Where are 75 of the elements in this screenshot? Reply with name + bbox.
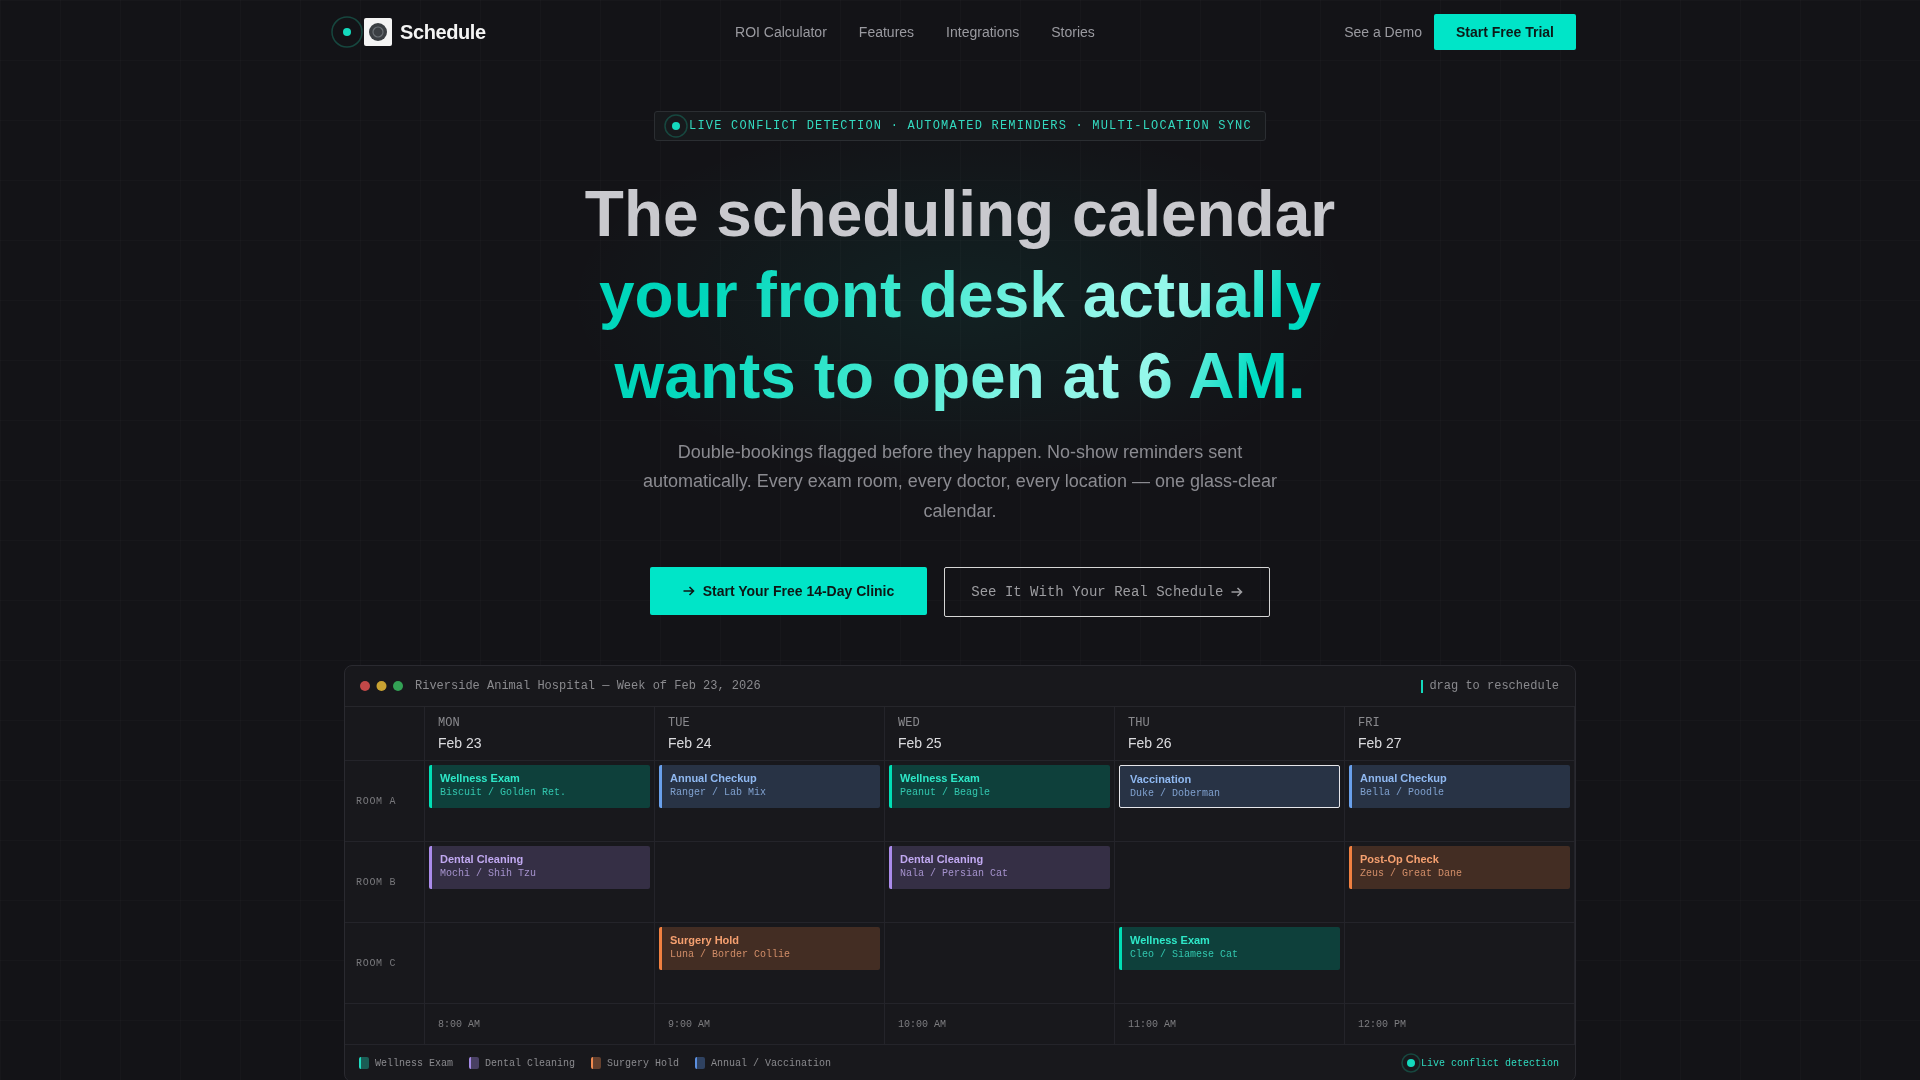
appointment-title: Annual Checkup bbox=[670, 771, 758, 786]
appointment-card[interactable]: Annual Checkup Ranger / Lab Mix bbox=[659, 765, 880, 809]
date-label: Feb 26 bbox=[1128, 734, 1173, 753]
pulse-dot-icon bbox=[331, 16, 363, 48]
time-label: 11:00 AM bbox=[1128, 1019, 1176, 1031]
time-label: 9:00 AM bbox=[668, 1019, 710, 1031]
appointment-title: Vaccination bbox=[1130, 772, 1193, 787]
time-label: 10:00 AM bbox=[898, 1019, 946, 1031]
window-controls-icon bbox=[360, 681, 403, 692]
demo-link[interactable]: See a Demo bbox=[1344, 24, 1422, 40]
legend-label: Dental Cleaning bbox=[485, 1057, 576, 1069]
calendar-title: Riverside Animal Hospital — Week of Feb 23, 2026 bbox=[415, 679, 761, 694]
weekday-label: TUE bbox=[668, 715, 691, 732]
patient-label: Luna / Border Collie bbox=[670, 948, 792, 963]
patient-label: Cleo / Siamese Cat bbox=[1130, 948, 1240, 963]
date-label: Feb 27 bbox=[1358, 734, 1403, 753]
nav-link[interactable]: Stories bbox=[1051, 24, 1095, 40]
appointment-card[interactable]: Post-Op Check Zeus / Great Dane bbox=[1349, 846, 1570, 890]
badge-text: LIVE CONFLICT DETECTION · AUTOMATED REMINDERS · MULTI-LOCATION SYNC bbox=[689, 119, 1252, 133]
legend-label: Wellness Exam bbox=[375, 1057, 453, 1069]
appointment-card[interactable]: Surgery Hold Luna / Border Collie bbox=[659, 927, 880, 971]
headline: The scheduling calendar bbox=[583, 177, 1337, 252]
patient-label: Ranger / Lab Mix bbox=[670, 786, 767, 801]
patient-label: Peanut / Beagle bbox=[900, 786, 991, 801]
date-label: Feb 25 bbox=[898, 734, 943, 753]
pulse-dot-icon bbox=[664, 114, 689, 138]
patient-label: Biscuit / Golden Ret. bbox=[440, 786, 568, 801]
appointment-title: Wellness Exam bbox=[1130, 933, 1211, 948]
legend-label: Surgery Hold bbox=[607, 1057, 680, 1069]
room-label: ROOM A bbox=[356, 796, 397, 808]
time-label: 12:00 PM bbox=[1358, 1019, 1406, 1031]
appointment-card[interactable]: Wellness Exam Cleo / Siamese Cat bbox=[1119, 927, 1340, 971]
arrow-right-icon bbox=[682, 585, 695, 598]
pulse-dot-icon bbox=[1400, 1053, 1421, 1074]
hero-subtitle: Double-bookings flagged before they happen. No-show reminders sent automatically. Every exam room, every doctor, every location — one glass-clear calendar. bbox=[642, 441, 1278, 523]
see-schedule-button[interactable]: See It With Your Real Schedule bbox=[944, 567, 1271, 618]
appointment-title: Dental Cleaning bbox=[440, 852, 525, 867]
appointment-title: Wellness Exam bbox=[900, 771, 981, 786]
patient-label: Zeus / Great Dane bbox=[1360, 867, 1464, 882]
logo-icon bbox=[364, 18, 392, 46]
appointment-title: Dental Cleaning bbox=[900, 852, 985, 867]
cursor-line-icon bbox=[1421, 679, 1424, 693]
patient-label: Duke / Doberman bbox=[1130, 787, 1221, 802]
hint-text: drag to reschedule bbox=[1429, 679, 1559, 694]
time-label: 8:00 AM bbox=[438, 1019, 480, 1031]
nav-link[interactable]: Integrations bbox=[946, 24, 1020, 40]
patient-label: Bella / Poodle bbox=[1360, 786, 1445, 801]
weekday-label: THU bbox=[1128, 715, 1151, 732]
appointment-card[interactable]: Vaccination Duke / Doberman bbox=[1119, 765, 1340, 809]
appointment-card[interactable]: Dental Cleaning Nala / Persian Cat bbox=[889, 846, 1110, 890]
room-label: ROOM C bbox=[356, 958, 397, 970]
appointment-card[interactable]: Dental Cleaning Mochi / Shih Tzu bbox=[429, 846, 650, 890]
nav-link[interactable]: Features bbox=[858, 24, 915, 40]
appointment-title: Wellness Exam bbox=[440, 771, 521, 786]
arrow-right-icon bbox=[1231, 586, 1244, 599]
appointment-card[interactable]: Annual Checkup Bella / Poodle bbox=[1349, 765, 1570, 809]
appointment-title: Post-Op Check bbox=[1360, 852, 1440, 867]
start-trial-button[interactable]: Start Free Trial bbox=[1433, 14, 1576, 50]
brand-name: Schedule bbox=[400, 20, 486, 44]
status-text: Live conflict detection bbox=[1420, 1057, 1559, 1069]
appointment-title: Annual Checkup bbox=[1360, 771, 1448, 786]
appointment-card[interactable]: Wellness Exam Peanut / Beagle bbox=[889, 765, 1110, 809]
weekday-label: FRI bbox=[1358, 715, 1381, 732]
appointment-title: Surgery Hold bbox=[670, 933, 741, 948]
nav-link[interactable]: ROI Calculator bbox=[735, 24, 827, 40]
weekday-label: MON bbox=[438, 715, 461, 732]
room-label: ROOM B bbox=[356, 877, 397, 889]
date-label: Feb 23 bbox=[438, 734, 483, 753]
legend-label: Annual / Vaccination bbox=[711, 1057, 832, 1069]
appointment-card[interactable]: Wellness Exam Biscuit / Golden Ret. bbox=[429, 765, 650, 809]
patient-label: Mochi / Shih Tzu bbox=[440, 867, 537, 882]
weekday-label: WED bbox=[898, 715, 921, 732]
date-label: Feb 24 bbox=[668, 734, 713, 753]
patient-label: Nala / Persian Cat bbox=[900, 867, 1010, 882]
start-clinic-button[interactable]: Start Your Free 14-Day Clinic bbox=[649, 567, 928, 616]
